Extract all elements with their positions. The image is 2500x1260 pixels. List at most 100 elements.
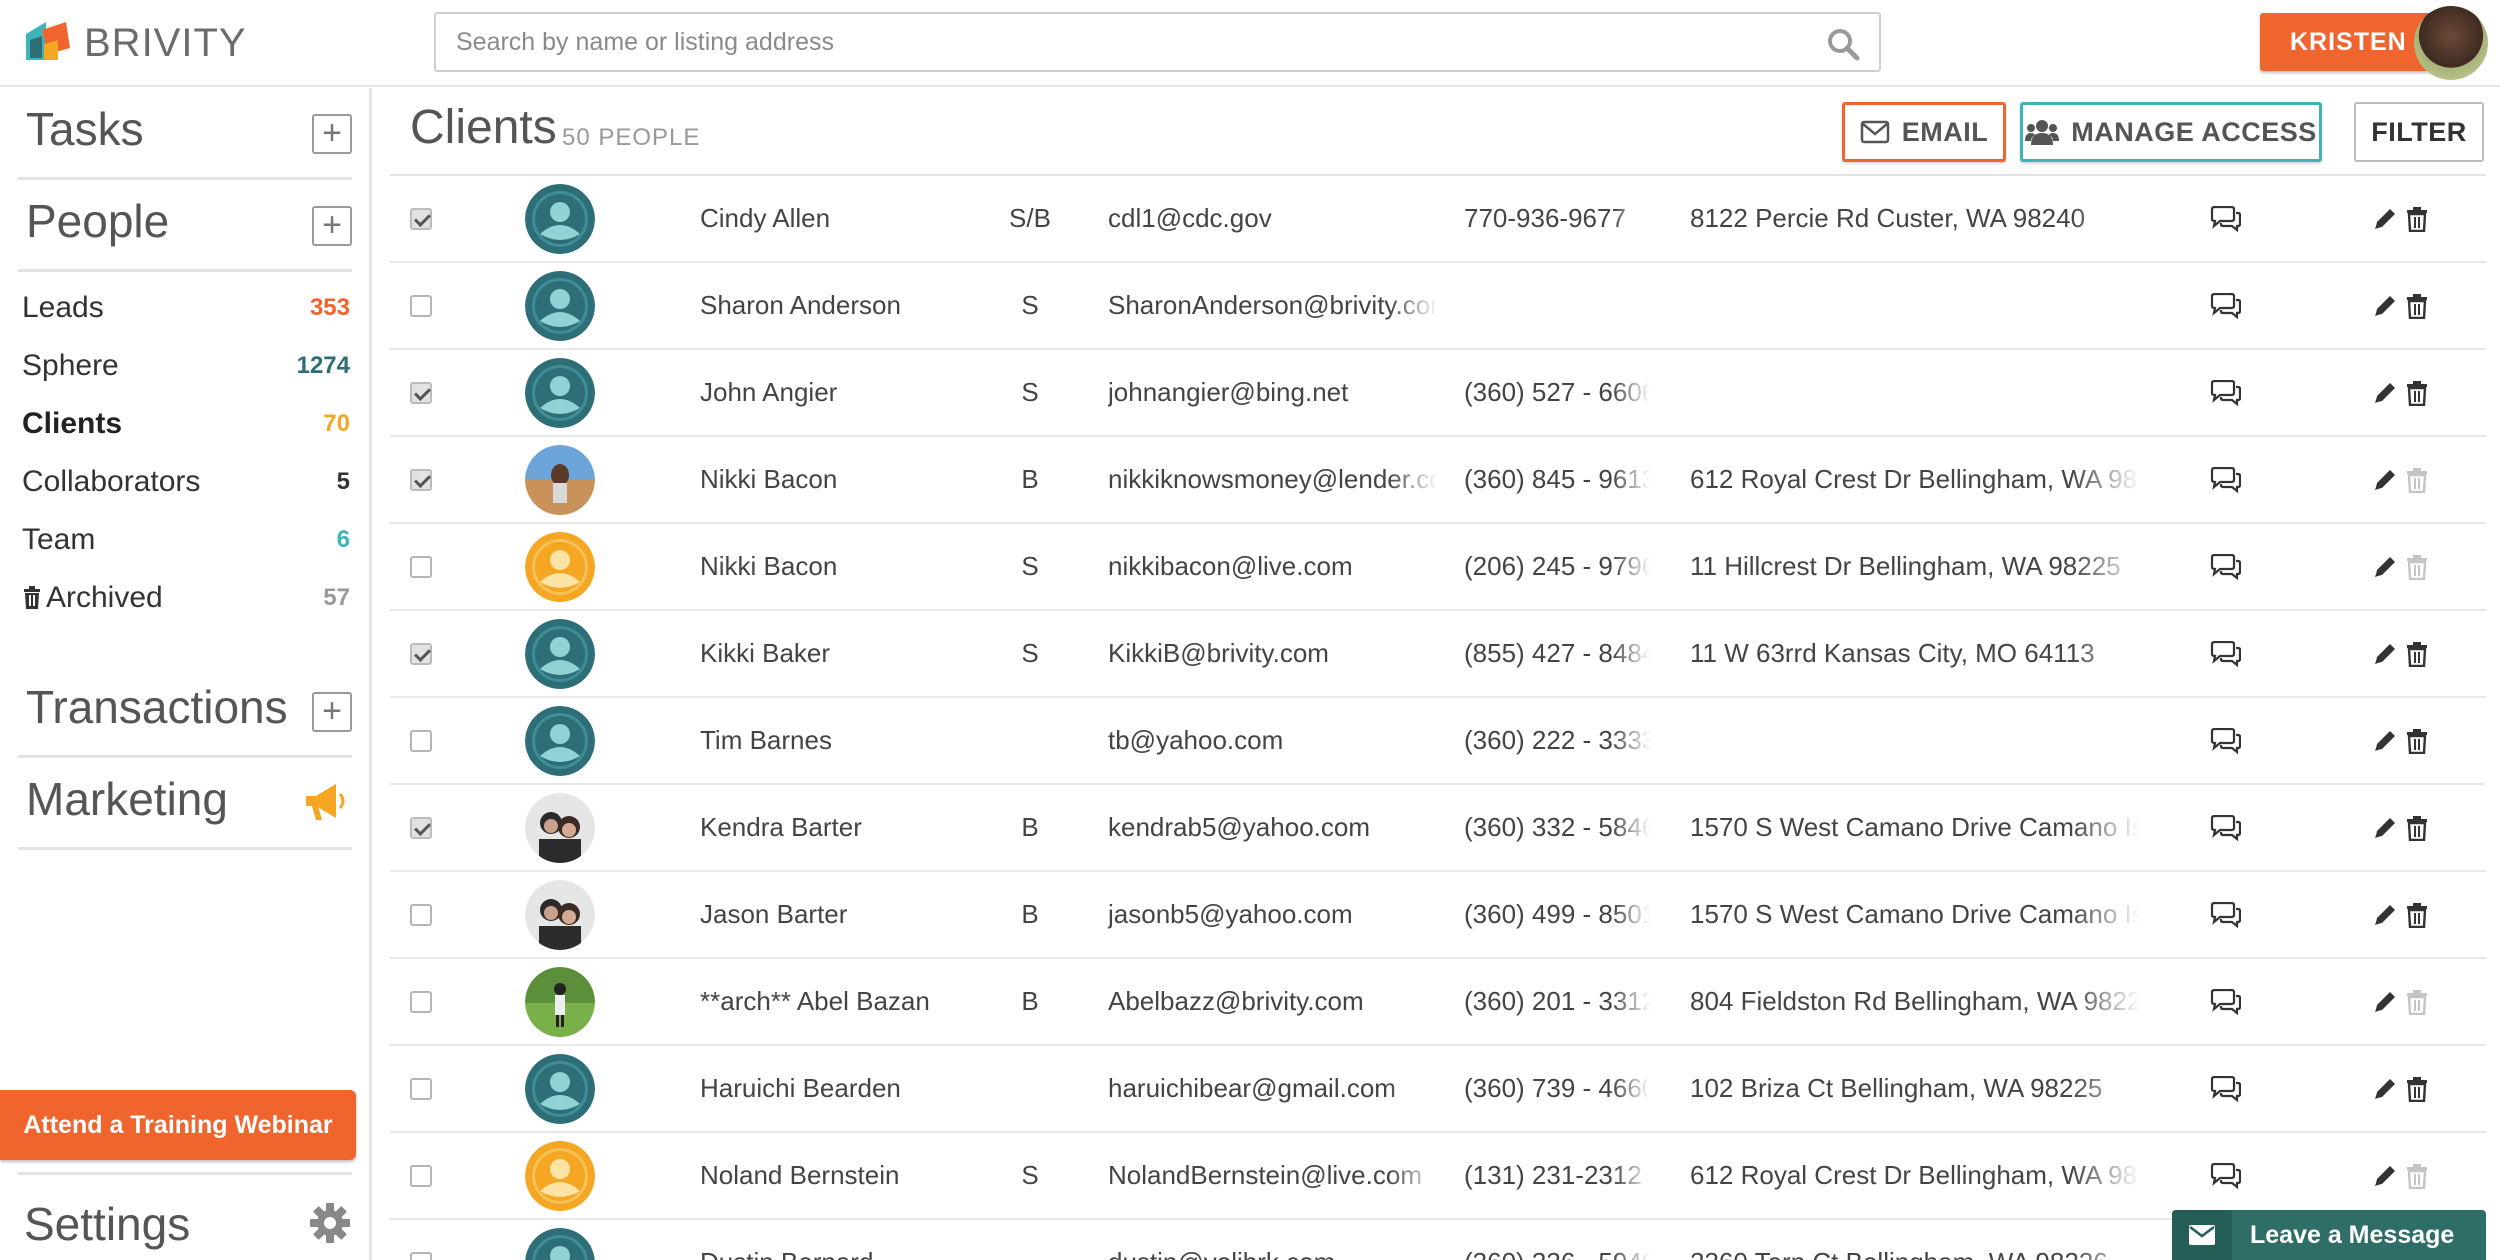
avatar[interactable] <box>525 531 595 602</box>
table-row[interactable]: Kendra Barter Bkendrab5@yahoo.com (360) 33… <box>390 785 2486 872</box>
user-avatar[interactable] <box>2414 6 2488 80</box>
row-checkbox[interactable] <box>410 990 432 1013</box>
chat-icon[interactable] <box>2209 466 2241 493</box>
client-phone[interactable] <box>1464 263 1650 348</box>
client-email[interactable]: johnangier@bing.net <box>1108 350 1438 435</box>
trash-icon[interactable] <box>2406 206 2428 232</box>
pencil-icon[interactable] <box>2372 989 2398 1015</box>
client-phone[interactable]: (360) 499 - 8501 <box>1464 872 1650 957</box>
pencil-icon[interactable] <box>2372 467 2398 493</box>
manage-access-button[interactable]: MANAGE ACCESS <box>2020 102 2322 162</box>
chat-icon[interactable] <box>2209 205 2241 232</box>
table-row[interactable]: Nikki Bacon Bnikkiknowsmoney@lender.com (3… <box>390 437 2486 524</box>
client-email[interactable]: cdl1@cdc.gov <box>1108 176 1438 261</box>
client-phone[interactable]: (855) 427 - 8484 <box>1464 611 1650 696</box>
chat-icon[interactable] <box>2209 1075 2241 1102</box>
table-row[interactable]: Haruichi Bearden haruichibear@gmail.com (3… <box>390 1046 2486 1133</box>
client-name[interactable]: **arch** Abel Bazan <box>700 959 950 1044</box>
avatar[interactable] <box>525 1227 595 1260</box>
client-name[interactable]: Haruichi Bearden <box>700 1046 950 1131</box>
client-name[interactable]: Jason Barter <box>700 872 950 957</box>
trash-icon[interactable] <box>2406 989 2428 1015</box>
client-name[interactable]: Nikki Bacon <box>700 437 950 522</box>
trash-icon[interactable] <box>2406 902 2428 928</box>
chat-icon[interactable] <box>2209 553 2241 580</box>
client-phone[interactable]: (206) 245 - 9796 <box>1464 524 1650 609</box>
pencil-icon[interactable] <box>2372 641 2398 667</box>
client-email[interactable]: nikkibacon@live.com <box>1108 524 1438 609</box>
client-phone[interactable]: (131) 231-2312 <box>1464 1133 1650 1218</box>
client-name[interactable]: Tim Barnes <box>700 698 950 783</box>
pencil-icon[interactable] <box>2372 554 2398 580</box>
attend-webinar-button[interactable]: Attend a Training Webinar <box>0 1090 356 1160</box>
client-phone[interactable]: (360) 222 - 3333 <box>1464 698 1650 783</box>
client-phone[interactable]: (360) 845 - 9613 <box>1464 437 1650 522</box>
client-email[interactable]: KikkiB@brivity.com <box>1108 611 1438 696</box>
pencil-icon[interactable] <box>2372 380 2398 406</box>
sidebar-item-team[interactable]: Team 6 <box>22 515 350 565</box>
add-transaction-button[interactable]: + <box>312 692 352 732</box>
chat-icon[interactable] <box>2209 1162 2241 1189</box>
client-name[interactable]: Dustin Bernard <box>700 1220 950 1260</box>
row-checkbox[interactable] <box>410 555 432 578</box>
trash-icon[interactable] <box>2406 467 2428 493</box>
row-checkbox[interactable] <box>410 1077 432 1100</box>
add-person-button[interactable]: + <box>312 206 352 246</box>
client-phone[interactable]: (360) 739 - 4660 <box>1464 1046 1650 1131</box>
gear-icon[interactable] <box>308 1201 352 1245</box>
client-phone[interactable]: (360) 336 - 5940 <box>1464 1220 1650 1260</box>
row-checkbox[interactable] <box>410 1164 432 1187</box>
client-email[interactable]: NolandBernstein@live.com <box>1108 1133 1438 1218</box>
client-phone[interactable]: (360) 527 - 6606 <box>1464 350 1650 435</box>
avatar[interactable] <box>525 270 595 341</box>
avatar[interactable] <box>525 357 595 428</box>
avatar[interactable] <box>525 444 595 515</box>
trash-icon[interactable] <box>2406 554 2428 580</box>
trash-icon[interactable] <box>2406 293 2428 319</box>
avatar[interactable] <box>525 705 595 776</box>
client-phone[interactable]: (360) 201 - 3312 <box>1464 959 1650 1044</box>
row-checkbox[interactable] <box>410 468 432 491</box>
trash-icon[interactable] <box>2406 728 2428 754</box>
client-email[interactable]: nikkiknowsmoney@lender.com <box>1108 437 1438 522</box>
trash-icon[interactable] <box>2406 641 2428 667</box>
client-email[interactable]: tb@yahoo.com <box>1108 698 1438 783</box>
chat-icon[interactable] <box>2209 814 2241 841</box>
table-row[interactable]: Sharon Anderson S SharonAnderson@brivity.c… <box>390 263 2486 350</box>
row-checkbox[interactable] <box>410 381 432 404</box>
table-row[interactable]: Nikki Bacon Snikkibacon@live.com (206) 245… <box>390 524 2486 611</box>
client-name[interactable]: Kendra Barter <box>700 785 950 870</box>
sidebar-section-transactions[interactable]: Transactions + <box>18 666 352 758</box>
pencil-icon[interactable] <box>2372 293 2398 319</box>
avatar[interactable] <box>525 879 595 950</box>
chat-icon[interactable] <box>2209 727 2241 754</box>
chat-icon[interactable] <box>2209 292 2241 319</box>
client-email[interactable]: haruichibear@gmail.com <box>1108 1046 1438 1131</box>
search-input[interactable] <box>456 14 1796 70</box>
client-name[interactable]: Sharon Anderson <box>700 263 950 348</box>
trash-icon[interactable] <box>2406 380 2428 406</box>
sidebar-section-marketing[interactable]: Marketing <box>18 758 352 850</box>
client-name[interactable]: Nikki Bacon <box>700 524 950 609</box>
avatar[interactable] <box>525 1053 595 1124</box>
client-email[interactable]: jasonb5@yahoo.com <box>1108 872 1438 957</box>
row-checkbox[interactable] <box>410 294 432 317</box>
trash-icon[interactable] <box>2406 1076 2428 1102</box>
client-name[interactable]: Noland Bernstein <box>700 1133 950 1218</box>
avatar[interactable] <box>525 618 595 689</box>
search-icon[interactable] <box>1825 26 1861 62</box>
client-email[interactable]: kendrab5@yahoo.com <box>1108 785 1438 870</box>
row-checkbox[interactable] <box>410 729 432 752</box>
client-name[interactable]: Kikki Baker <box>700 611 950 696</box>
pencil-icon[interactable] <box>2372 206 2398 232</box>
table-row[interactable]: Tim Barnes tb@yahoo.com (360) 222 - 3333 <box>390 698 2486 785</box>
client-name[interactable]: Cindy Allen <box>700 176 950 261</box>
client-phone[interactable]: 770-936-9677 <box>1464 176 1650 261</box>
sidebar-item-archived[interactable]: Archived 57 <box>22 573 350 623</box>
chat-icon[interactable] <box>2209 379 2241 406</box>
client-email[interactable]: dustin@volibrk.com <box>1108 1220 1438 1260</box>
sidebar-section-tasks[interactable]: Tasks + <box>18 88 352 180</box>
trash-icon[interactable] <box>2406 1163 2428 1189</box>
sidebar-settings[interactable]: Settings <box>18 1172 352 1260</box>
client-name[interactable]: John Angier <box>700 350 950 435</box>
